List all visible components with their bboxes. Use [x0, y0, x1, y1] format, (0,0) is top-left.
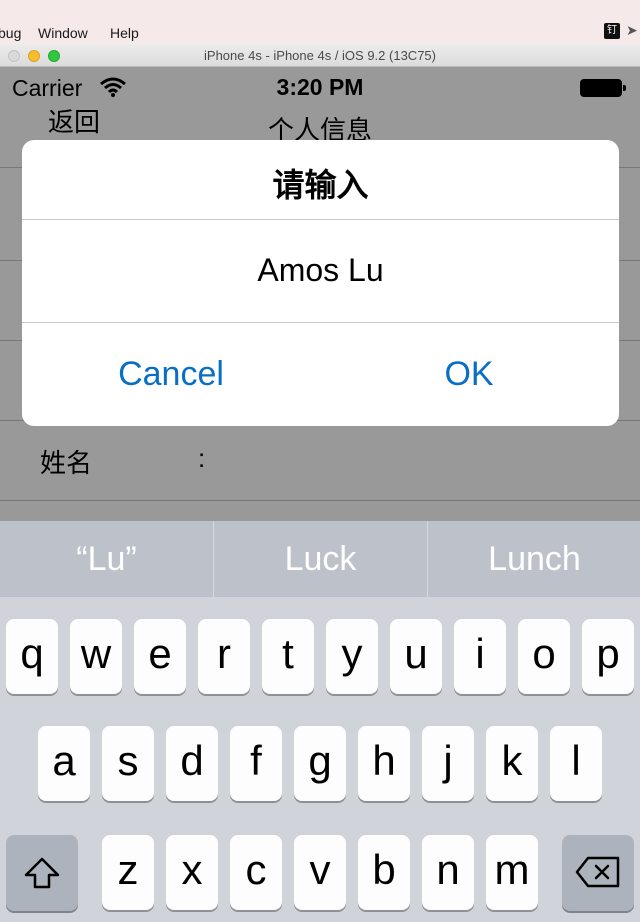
key-k[interactable]: k — [486, 726, 538, 801]
send-icon[interactable]: ➤ — [626, 22, 638, 39]
simulator-title-bar: iPhone 4s - iPhone 4s / iOS 9.2 (13C75) — [0, 44, 640, 67]
menu-help[interactable]: Help — [110, 25, 139, 41]
key-l[interactable]: l — [550, 726, 602, 801]
suggestion-item[interactable]: Lunch — [428, 521, 640, 597]
delete-icon — [575, 856, 620, 888]
key-m[interactable]: m — [486, 835, 538, 910]
key-q[interactable]: q — [6, 619, 58, 694]
keyboard: “Lu” Luck Lunch q w e r t y u i o p a s … — [0, 521, 640, 922]
alert-divider — [22, 322, 619, 323]
key-p[interactable]: p — [582, 619, 634, 694]
key-y[interactable]: y — [326, 619, 378, 694]
alert-text-field[interactable]: Amos Lu — [22, 252, 619, 289]
key-n[interactable]: n — [422, 835, 474, 910]
key-a[interactable]: a — [38, 726, 90, 801]
window-title: iPhone 4s - iPhone 4s / iOS 9.2 (13C75) — [204, 48, 436, 63]
key-h[interactable]: h — [358, 726, 410, 801]
shift-icon — [24, 857, 60, 889]
key-d[interactable]: d — [166, 726, 218, 801]
key-u[interactable]: u — [390, 619, 442, 694]
menu-debug[interactable]: bug — [0, 25, 21, 41]
key-e[interactable]: e — [134, 619, 186, 694]
key-z[interactable]: z — [102, 835, 154, 910]
key-i[interactable]: i — [454, 619, 506, 694]
key-w[interactable]: w — [70, 619, 122, 694]
device-screen: Carrier 3:20 PM 返回 个人信息 姓名 : 请输入 Amos Lu… — [0, 67, 640, 922]
delete-key[interactable] — [562, 835, 634, 911]
shift-key[interactable] — [6, 835, 78, 911]
input-alert-dialog: 请输入 Amos Lu Cancel OK — [22, 140, 619, 426]
key-r[interactable]: r — [198, 619, 250, 694]
cancel-button[interactable]: Cancel — [22, 355, 320, 394]
app-badge-icon[interactable]: 钉 — [604, 23, 620, 39]
key-j[interactable]: j — [422, 726, 474, 801]
ok-button[interactable]: OK — [320, 355, 618, 394]
suggestion-bar: “Lu” Luck Lunch — [0, 521, 640, 597]
key-o[interactable]: o — [518, 619, 570, 694]
key-v[interactable]: v — [294, 835, 346, 910]
mac-menu-bar: bug Window Help 钉 ➤ — [0, 0, 640, 44]
key-b[interactable]: b — [358, 835, 410, 910]
alert-divider — [22, 219, 619, 220]
key-x[interactable]: x — [166, 835, 218, 910]
key-g[interactable]: g — [294, 726, 346, 801]
key-c[interactable]: c — [230, 835, 282, 910]
alert-title: 请输入 — [272, 167, 369, 203]
suggestion-item[interactable]: “Lu” — [0, 521, 213, 597]
menu-window[interactable]: Window — [38, 25, 88, 41]
suggestion-item[interactable]: Luck — [214, 521, 427, 597]
key-s[interactable]: s — [102, 726, 154, 801]
key-f[interactable]: f — [230, 726, 282, 801]
key-t[interactable]: t — [262, 619, 314, 694]
